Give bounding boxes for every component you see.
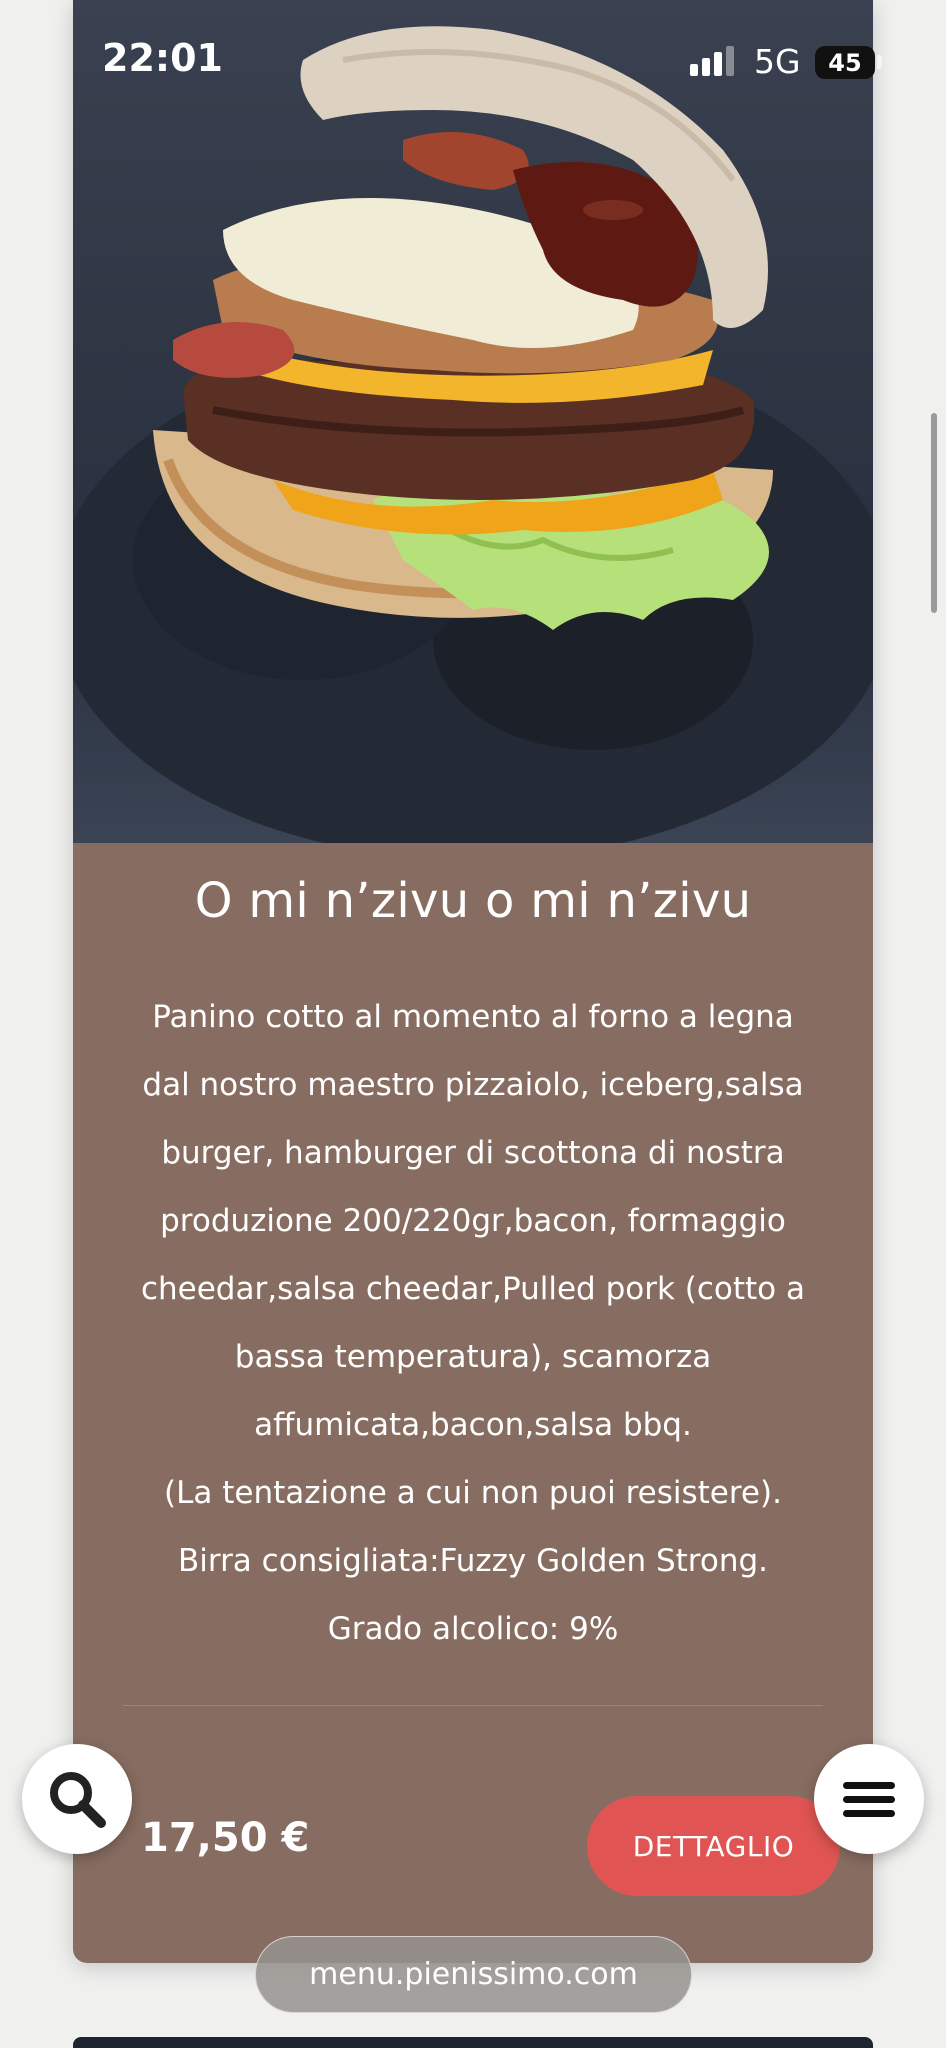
status-bar: 22:01 5G 45 [0,0,946,120]
search-icon [50,1772,106,1828]
product-description: Panino cotto al momento al forno a legna… [123,983,823,1663]
menu-button[interactable] [814,1744,924,1854]
description-line: (La tentazione a cui non puoi resistere)… [164,1475,782,1511]
description-line: cheedar,salsa cheedar,Pulled pork (cotto… [140,1271,806,1307]
description-line: Birra consigliata:Fuzzy Golden Strong. [177,1543,768,1579]
product-info: O mi n’zivu o mi n’zivu Panino cotto al … [73,843,873,1963]
description-line: bassa temperatura), scamorza [234,1339,712,1375]
hamburger-menu-icon [843,1775,895,1824]
product-price: 17,50 € [141,1815,310,1861]
battery-icon: 45 [815,46,875,79]
browser-url-bar[interactable]: menu.pienissimo.com [255,1936,692,2013]
battery-tip [877,55,882,69]
network-type: 5G [754,42,801,81]
description-line: produzione 200/220gr,bacon, formaggio [160,1203,786,1239]
next-product-card[interactable] [73,2037,873,2048]
description-line: dal nostro maestro pizzaiolo, iceberg,sa… [142,1067,804,1103]
product-title: O mi n’zivu o mi n’zivu [194,873,752,929]
description-line: Panino cotto al momento al forno a legna [152,999,794,1035]
status-time: 22:01 [102,36,223,80]
product-photo [73,0,873,843]
description-line: burger, hamburger di scottona di nostra [161,1135,785,1171]
description-line: Grado alcolico: 9% [327,1611,619,1647]
product-card: O mi n’zivu o mi n’zivu Panino cotto al … [73,0,873,1963]
description-line: affumicata,bacon,salsa bbq. [254,1407,692,1443]
scrollbar[interactable] [931,413,937,613]
divider [123,1705,823,1706]
detail-button[interactable]: DETTAGLIO [587,1796,840,1896]
search-button[interactable] [22,1744,132,1854]
